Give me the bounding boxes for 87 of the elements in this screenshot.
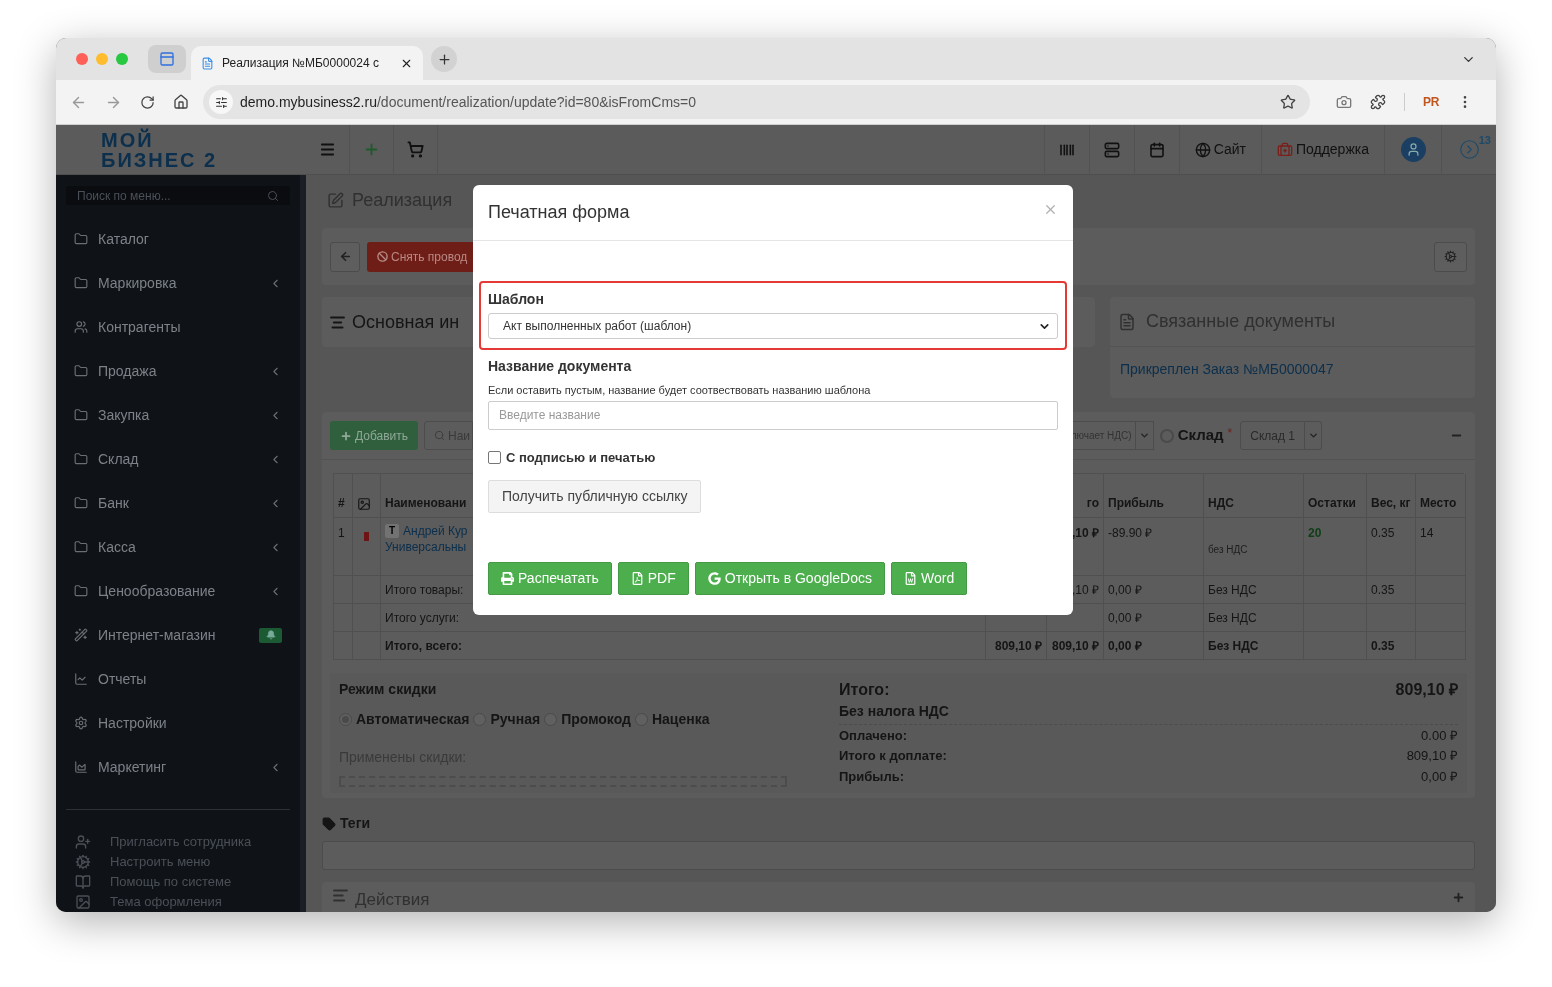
column-header: #	[334, 474, 353, 518]
card-title: Основная ин	[352, 310, 460, 334]
type-badge: T	[385, 524, 399, 538]
table-cell: без НДС	[1204, 518, 1304, 576]
logo-text: МОЙ	[101, 129, 154, 150]
table-cell: 0.35	[1367, 576, 1416, 604]
column-header: Место	[1416, 474, 1466, 518]
product-link[interactable]: Универсальны	[385, 539, 468, 555]
sidebar-item[interactable]: Контрагенты	[66, 305, 290, 349]
field-hint: Если оставить пустым, название будет соотвествовать названию шаблона	[488, 383, 872, 398]
unpost-button[interactable]: Снять провод	[367, 241, 473, 272]
table-cell: Без НДС	[1204, 576, 1304, 604]
table-cell: 0,00 ₽	[1104, 632, 1204, 660]
total-line-label: Итого к доплате:	[839, 747, 947, 766]
signature-checkbox[interactable]: С подписью и печатью	[488, 447, 1058, 467]
table-cell: 809,10 ₽	[1047, 632, 1104, 660]
total-line-value: 809,10 ₽	[1406, 747, 1458, 766]
sidebar-footer-link[interactable]: Пригласить сотрудника	[110, 832, 252, 852]
sidebar-item[interactable]: Касса	[66, 525, 290, 569]
header-link[interactable]: Сайт	[1178, 125, 1261, 174]
sidebar-footer-link[interactable]: Настроить меню	[110, 852, 211, 872]
field-label: Название документа	[488, 357, 633, 376]
column-header: Прибыль	[1104, 474, 1204, 518]
notification-count: 13	[1478, 133, 1491, 148]
template-select[interactable]: Акт выполненных работ (шаблон)	[488, 313, 1058, 339]
sidebar-item[interactable]: Маркировка	[66, 261, 290, 305]
action-button[interactable]: Распечатать	[488, 562, 612, 595]
sidebar-footer-link[interactable]: Тема оформления	[110, 892, 222, 912]
total-line-label: Оплачено:	[839, 726, 908, 745]
action-button[interactable]: PDF	[617, 562, 689, 595]
add-button[interactable]: Добавить	[330, 421, 418, 450]
dialog-title: Печатная форма	[488, 201, 630, 224]
section-title: Режим скидки	[339, 680, 438, 699]
profile-avatar[interactable]: PR	[1423, 93, 1440, 111]
table-cell: 20	[1304, 518, 1367, 576]
action-button[interactable]: Открыть в GoogleDocs	[694, 562, 886, 595]
table-cell: -89.90 ₽	[1104, 518, 1204, 576]
discount-mode-radio[interactable]: Ручная	[473, 709, 541, 730]
total-line-value: 0.00 ₽	[1421, 726, 1458, 745]
header-link[interactable]: Поддержка	[1260, 125, 1384, 174]
total-line-value: 0,00 ₽	[1421, 767, 1458, 786]
table-cell: 1	[334, 518, 353, 576]
browser-tab[interactable]: Реализация №МБ0000024 с	[191, 46, 423, 80]
document-name-field[interactable]: Введите название	[488, 400, 1058, 430]
product-link[interactable]: Андрей Кур	[403, 523, 468, 539]
sidebar-footer-link[interactable]: Помощь по системе	[110, 872, 232, 892]
sidebar-item[interactable]: Каталог	[66, 217, 290, 261]
sidebar-item[interactable]: Маркетинг	[66, 745, 290, 789]
field-label: Шаблон	[488, 290, 545, 309]
sidebar-item[interactable]: Банк	[66, 481, 290, 525]
table-cell: 14	[1416, 518, 1466, 576]
table-cell: 809,10 ₽	[986, 632, 1047, 660]
tags-title: Теги	[340, 814, 371, 833]
table-cell: Итого, всего:	[381, 632, 986, 660]
table-cell: Без НДС	[1204, 632, 1304, 660]
sidebar-item[interactable]: Закупка	[66, 393, 290, 437]
sidebar-item[interactable]: Ценообразование	[66, 569, 290, 613]
column-header: Вес, кг	[1367, 474, 1416, 518]
logo-text: БИЗНЕС 2	[101, 149, 218, 170]
discount-mode-radio[interactable]: Промокод	[544, 709, 631, 730]
action-button[interactable]: Word	[891, 562, 968, 595]
totals-title: Итого:	[839, 680, 890, 700]
sidebar-item[interactable]: Склад	[66, 437, 290, 481]
column-header: НДС	[1204, 474, 1304, 518]
warehouse-label: Склад	[1177, 425, 1224, 446]
sidebar-item[interactable]: Отчеты	[66, 657, 290, 701]
required-mark: *	[1227, 424, 1233, 442]
table-cell: 0,00 ₽	[1104, 576, 1204, 604]
total-amount: 809,10 ₽	[1395, 680, 1458, 700]
url-text: demo.mybusiness2.ru/document/realization/update?id=80&isFromCms=0	[240, 92, 696, 112]
menu-search-field[interactable]: Поиск по меню...	[66, 186, 290, 205]
public-link-button[interactable]: Получить публичную ссылку	[488, 480, 702, 513]
sidebar-item[interactable]: Продажа	[66, 349, 290, 393]
table-cell: 0.35	[1367, 632, 1416, 660]
total-line-label: Прибыль:	[839, 767, 904, 786]
discount-mode-radio[interactable]: Наценка	[634, 709, 710, 730]
table-cell: Без НДС	[1204, 604, 1304, 632]
sidebar-item[interactable]: Настройки	[66, 701, 290, 745]
sidebar-item[interactable]: Интернет-магазин	[66, 613, 290, 657]
address-bar[interactable]: demo.mybusiness2.ru/document/realization/update?id=80&isFromCms=0	[203, 85, 1310, 119]
table-cell: 0,00 ₽	[1104, 604, 1204, 632]
discount-mode-radio[interactable]: Автоматическая	[339, 709, 470, 730]
table-cell: 0.35	[1367, 518, 1416, 576]
tab-title: Реализация №МБ0000024 с	[222, 55, 379, 72]
column-header: Остатки	[1304, 474, 1367, 518]
vat-note: Без налога НДС	[839, 701, 1458, 725]
order-link[interactable]: Прикреплен Заказ №МБ0000047	[1120, 359, 1334, 380]
